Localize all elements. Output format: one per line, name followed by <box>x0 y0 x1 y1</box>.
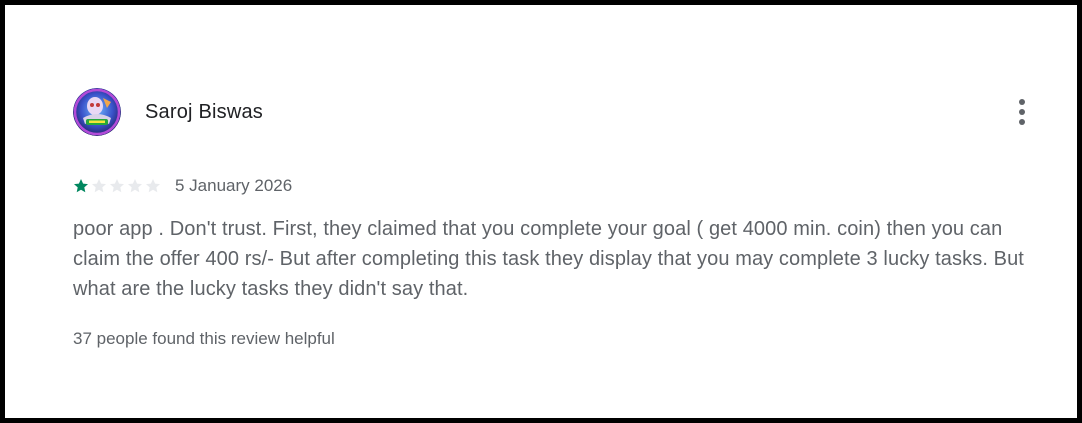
review-header: Saroj Biswas <box>73 87 1053 137</box>
star-empty-icon <box>109 178 125 194</box>
review-card: Saroj Biswas 5 January 2026 poor app . D… <box>73 87 1053 348</box>
avatar[interactable] <box>73 88 121 136</box>
helpful-count: 37 people found this review helpful <box>73 329 335 348</box>
author-name: Saroj Biswas <box>145 101 263 123</box>
star-empty-icon <box>145 178 161 194</box>
rating-row: 5 January 2026 <box>73 175 292 197</box>
star-empty-icon <box>127 178 143 194</box>
more-options-button[interactable] <box>1007 97 1037 127</box>
review-text: poor app . Don't trust. First, they clai… <box>73 218 1024 300</box>
star-filled-icon <box>73 178 89 194</box>
star-empty-icon <box>91 178 107 194</box>
star-rating <box>73 178 161 194</box>
more-vert-icon <box>1019 99 1025 125</box>
user-avatar-icon <box>73 88 121 136</box>
review-date: 5 January 2026 <box>175 176 293 195</box>
screenshot-frame: Saroj Biswas 5 January 2026 poor app . D… <box>0 0 1082 423</box>
